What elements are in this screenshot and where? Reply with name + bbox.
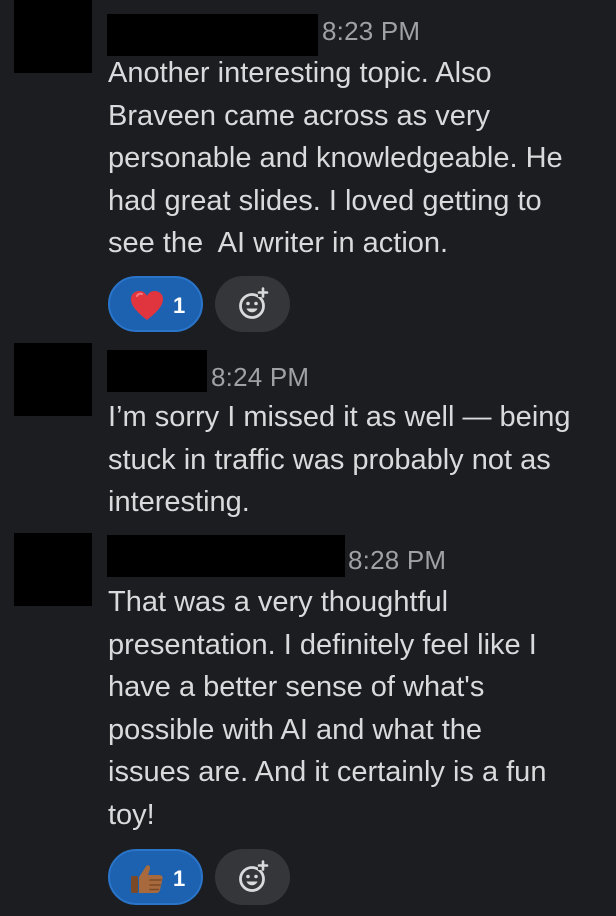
add-emoji-icon [239,860,269,892]
reaction-thumbs-up-button[interactable]: 1 [108,849,203,905]
avatar[interactable] [14,343,92,416]
message-text: Another interesting topic. Also Braveen … [108,57,563,259]
message-timestamp[interactable]: 8:23 PM [322,16,420,47]
avatar[interactable] [14,533,92,606]
sender-name-redacted[interactable] [107,350,207,392]
message-timestamp[interactable]: 8:24 PM [211,362,309,393]
add-reaction-button[interactable] [215,849,290,905]
add-emoji-icon [239,287,269,319]
thumbs-up-icon [131,865,163,893]
avatar[interactable] [14,0,92,73]
sender-name-redacted[interactable] [107,535,345,577]
message-text: That was a very thoughtful presentation.… [108,586,547,831]
reaction-count: 1 [173,293,186,318]
message-timestamp[interactable]: 8:28 PM [348,545,446,576]
reaction-heart-button[interactable]: 1 [108,276,203,332]
add-reaction-button[interactable] [215,276,290,332]
message-text: I’m sorry I missed it as well — being st… [108,401,571,518]
reaction-count: 1 [173,866,186,891]
heart-icon [131,291,163,320]
sender-name-redacted[interactable] [107,14,318,56]
